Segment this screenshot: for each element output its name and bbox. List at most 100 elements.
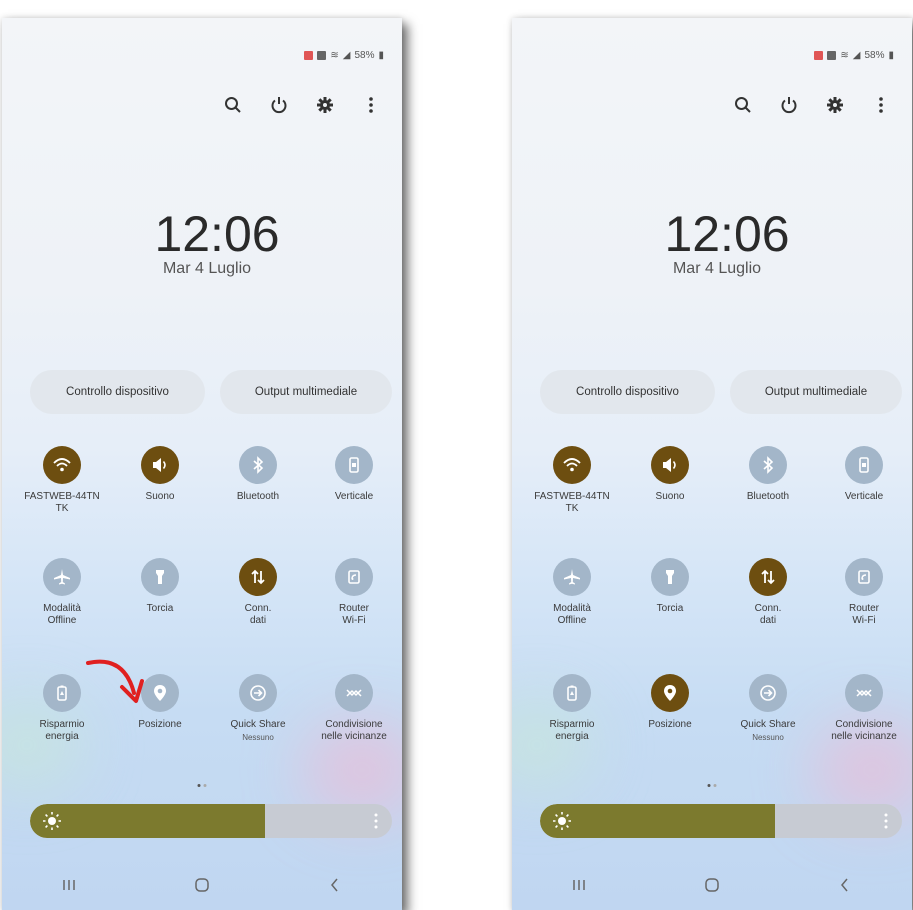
tile-flashlight[interactable]: Torcia <box>112 558 208 615</box>
tile-mobile-data-toggle[interactable] <box>239 558 277 596</box>
home-button[interactable] <box>692 865 732 905</box>
tile-hotspot[interactable]: Router Wi-Fi <box>306 558 402 627</box>
tile-sound-toggle[interactable] <box>141 446 179 484</box>
device-control-button[interactable]: Controllo dispositivo <box>540 370 715 414</box>
tile-quick-share[interactable]: Quick Share Nessuno <box>720 674 816 742</box>
power-button[interactable] <box>766 90 812 120</box>
tile-flashlight-toggle[interactable] <box>141 558 179 596</box>
tile-label: Bluetooth <box>236 491 280 502</box>
wifi-signal-icon: ≋ <box>840 50 849 61</box>
tile-power-saving-toggle[interactable] <box>553 674 591 712</box>
tile-mobile-data-toggle[interactable] <box>749 558 787 596</box>
data-transfer-icon <box>761 569 775 585</box>
media-output-button[interactable]: Output multimediale <box>220 370 392 414</box>
power-button[interactable] <box>256 90 302 120</box>
tile-location[interactable]: Posizione <box>622 674 718 731</box>
tile-sound[interactable]: Suono <box>622 446 718 503</box>
device-control-button[interactable]: Controllo dispositivo <box>30 370 205 414</box>
tile-flashlight[interactable]: Torcia <box>622 558 718 615</box>
tile-airplane-toggle[interactable] <box>553 558 591 596</box>
settings-gear-icon <box>317 97 333 113</box>
more-options-button[interactable] <box>348 90 394 120</box>
home-icon <box>705 878 719 892</box>
wifi-signal-icon: ≋ <box>330 50 339 61</box>
tile-flashlight-toggle[interactable] <box>651 558 689 596</box>
back-button[interactable] <box>315 865 355 905</box>
tile-label: Conn. dati <box>244 603 272 626</box>
recent-apps-button[interactable] <box>49 865 89 905</box>
tile-airplane-toggle[interactable] <box>43 558 81 596</box>
tile-sound-toggle[interactable] <box>651 446 689 484</box>
media-output-button[interactable]: Output multimediale <box>730 370 902 414</box>
tile-power-saving[interactable]: Risparmio energia <box>524 674 620 743</box>
tile-label: Suono <box>145 491 175 502</box>
battery-icon: ▮ <box>888 50 894 61</box>
tile-bluetooth-toggle[interactable] <box>239 446 277 484</box>
tile-label: Router Wi-Fi <box>338 603 369 626</box>
tile-wifi[interactable]: FASTWEB-44TN TK <box>14 446 110 515</box>
tile-label: Condivisione nelle vicinanze <box>321 719 387 742</box>
brightness-more-icon[interactable] <box>884 813 888 829</box>
tile-hotspot[interactable]: Router Wi-Fi <box>816 558 912 627</box>
tile-wifi[interactable]: FASTWEB-44TN TK <box>524 446 620 515</box>
search-button[interactable] <box>720 90 766 120</box>
tile-nearby-share[interactable]: Condivisione nelle vicinanze <box>306 674 402 743</box>
tile-label: Conn. dati <box>754 603 782 626</box>
page-dot-active <box>707 784 711 787</box>
battery-saver-icon <box>567 685 577 701</box>
nearby-share-icon <box>856 689 872 697</box>
tile-rotation-toggle[interactable] <box>845 446 883 484</box>
settings-button[interactable] <box>812 90 858 120</box>
wifi-icon <box>53 458 71 472</box>
tile-wifi-toggle[interactable] <box>43 446 81 484</box>
tile-label: Torcia <box>656 603 684 614</box>
phone-screen-after: ≋ ◢ 58% ▮ 12:06 Mar 4 Luglio Controllo d… <box>512 18 912 910</box>
airplane-icon <box>564 569 580 585</box>
tile-rotation-toggle[interactable] <box>335 446 373 484</box>
settings-button[interactable] <box>302 90 348 120</box>
home-icon <box>195 878 209 892</box>
speaker-icon <box>663 458 676 472</box>
tile-nearby-share-toggle[interactable] <box>335 674 373 712</box>
flashlight-icon <box>156 570 164 584</box>
tile-sound[interactable]: Suono <box>112 446 208 503</box>
tile-quick-share-toggle[interactable] <box>749 674 787 712</box>
tile-mobile-data[interactable]: Conn. dati <box>210 558 306 627</box>
tile-nearby-share-toggle[interactable] <box>845 674 883 712</box>
status-bar: ≋ ◢ 58% ▮ <box>304 50 384 61</box>
cell-signal-icon: ◢ <box>852 50 861 61</box>
brightness-slider[interactable] <box>30 804 392 838</box>
tile-airplane[interactable]: Modalità Offline <box>524 558 620 627</box>
portrait-lock-icon <box>859 457 869 473</box>
notification-icon <box>814 51 824 60</box>
brightness-more-icon[interactable] <box>374 813 378 829</box>
tile-rotation[interactable]: Verticale <box>816 446 912 503</box>
tile-label: Bluetooth <box>746 491 790 502</box>
quick-panel-toolbar <box>720 90 904 120</box>
annotation-arrow <box>86 659 144 703</box>
tile-bluetooth[interactable]: Bluetooth <box>720 446 816 503</box>
more-options-button[interactable] <box>858 90 904 120</box>
back-button[interactable] <box>825 865 865 905</box>
notification-icon <box>827 51 837 60</box>
recent-apps-button[interactable] <box>559 865 599 905</box>
tile-hotspot-toggle[interactable] <box>335 558 373 596</box>
tile-quick-share[interactable]: Quick Share Nessuno <box>210 674 306 742</box>
tile-wifi-toggle[interactable] <box>553 446 591 484</box>
page-dot <box>203 784 207 787</box>
battery-icon: ▮ <box>378 50 384 61</box>
brightness-slider[interactable] <box>540 804 902 838</box>
tile-location-toggle[interactable] <box>651 674 689 712</box>
tile-quick-share-toggle[interactable] <box>239 674 277 712</box>
tile-bluetooth[interactable]: Bluetooth <box>210 446 306 503</box>
tile-hotspot-toggle[interactable] <box>845 558 883 596</box>
tile-nearby-share[interactable]: Condivisione nelle vicinanze <box>816 674 912 743</box>
tile-power-saving-toggle[interactable] <box>43 674 81 712</box>
tile-airplane[interactable]: Modalità Offline <box>14 558 110 627</box>
tile-bluetooth-toggle[interactable] <box>749 446 787 484</box>
tile-rotation[interactable]: Verticale <box>306 446 402 503</box>
search-button[interactable] <box>210 90 256 120</box>
clock-time: 12:06 <box>154 206 280 262</box>
home-button[interactable] <box>182 865 222 905</box>
tile-mobile-data[interactable]: Conn. dati <box>720 558 816 627</box>
